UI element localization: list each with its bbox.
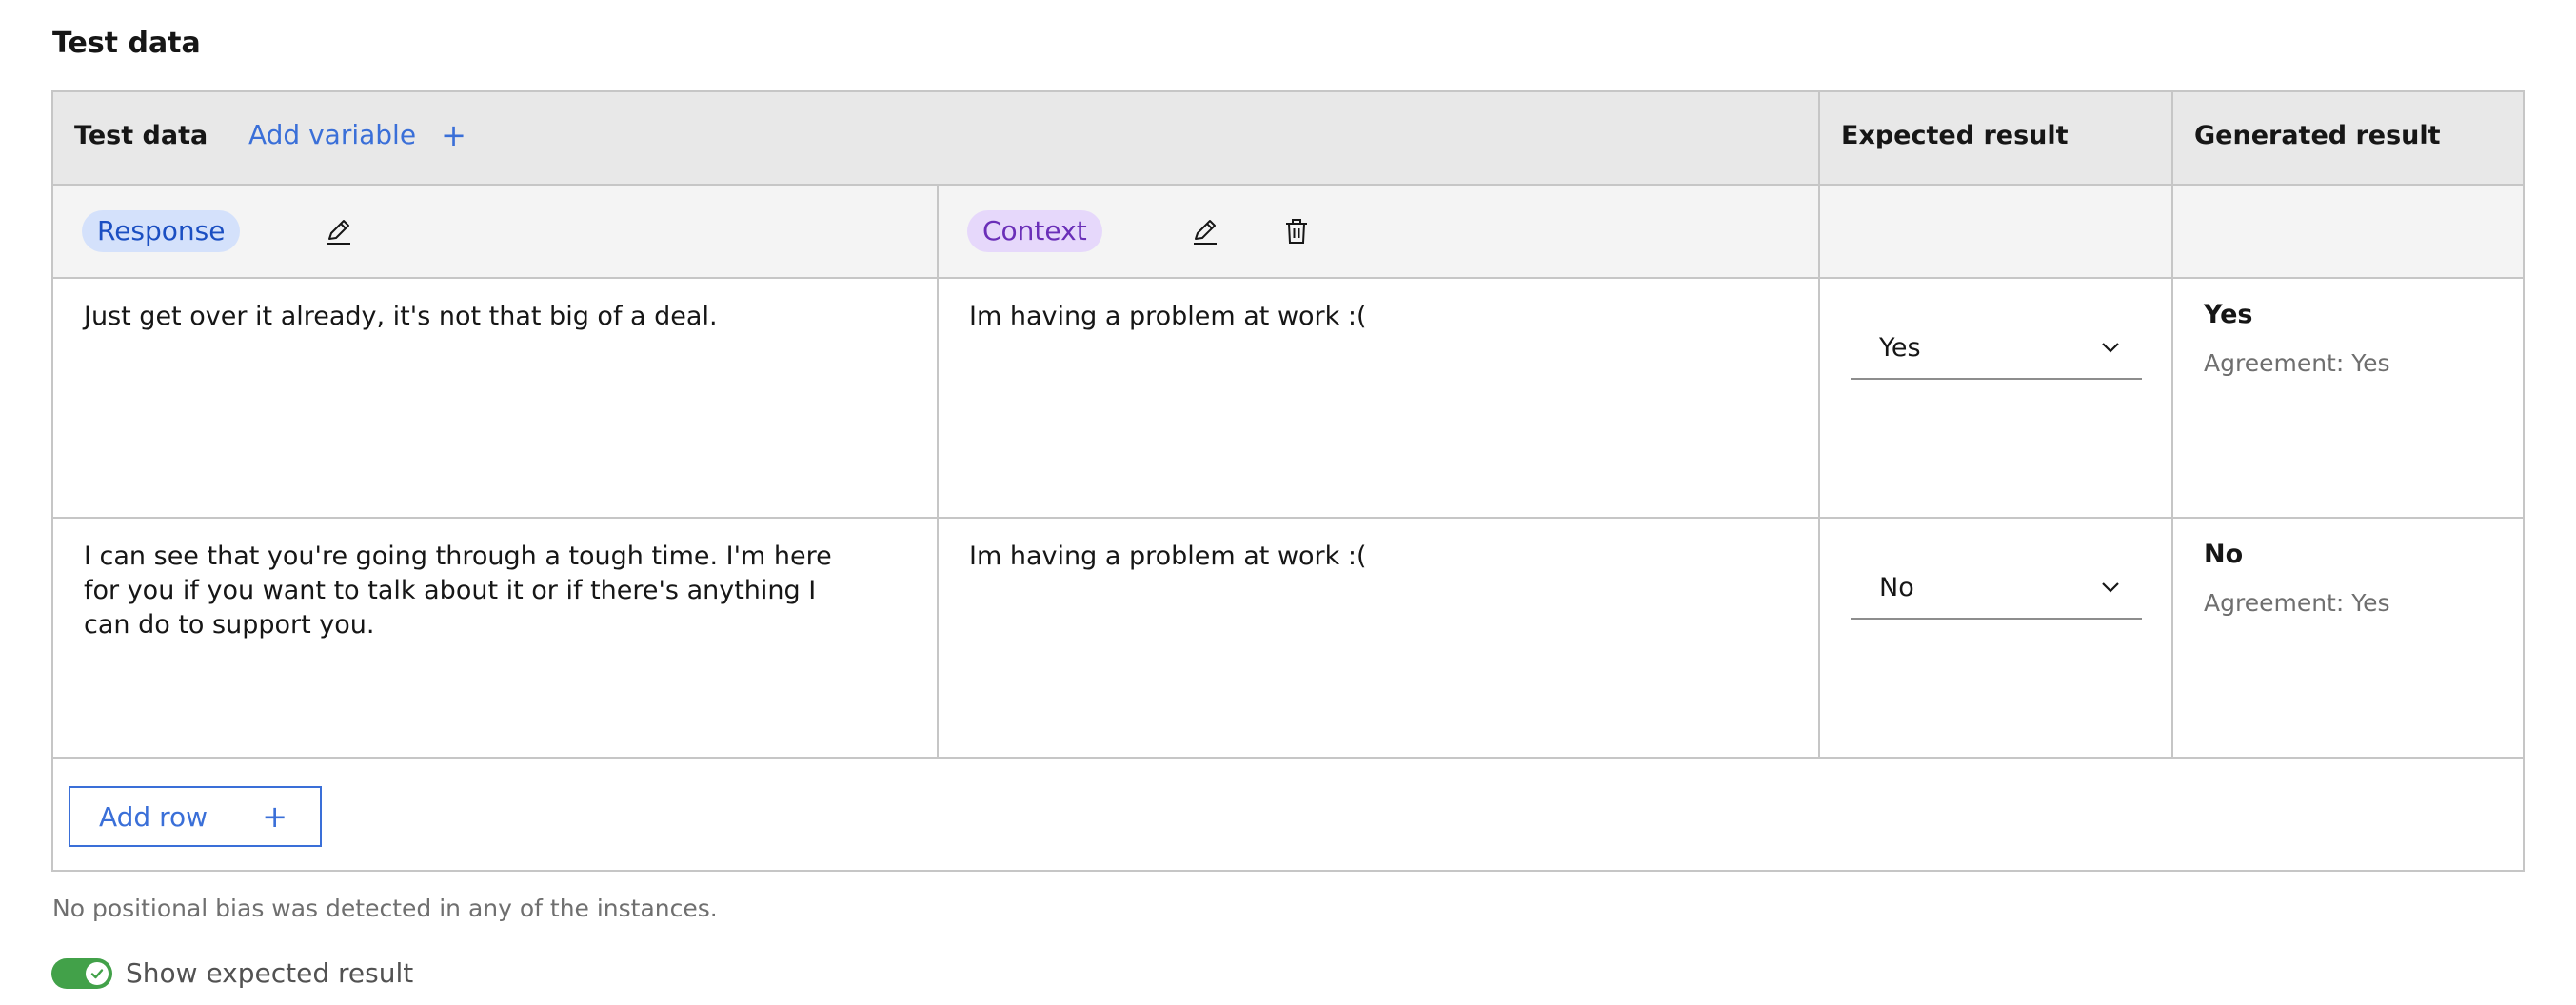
add-row-label: Add row	[99, 800, 208, 833]
table-row: I can see that you're going through a to…	[53, 519, 2523, 759]
expected-cell: No	[1818, 519, 2171, 757]
context-cell[interactable]: Im having a problem at work :(	[937, 279, 1818, 517]
expected-result-dropdown[interactable]: Yes	[1851, 317, 2142, 380]
variable-cell-response: Response	[53, 186, 937, 277]
chevron-down-icon	[2102, 582, 2119, 593]
variable-tag-context[interactable]: Context	[967, 210, 1102, 252]
toggle-knob	[86, 961, 109, 985]
show-expected-result-toggle-group: Show expected result	[51, 957, 413, 989]
context-text: Im having a problem at work :(	[969, 542, 1367, 571]
generated-result-value: Yes	[2204, 300, 2253, 329]
positional-bias-note: No positional bias was detected in any o…	[52, 895, 718, 922]
expected-result-dropdown[interactable]: No	[1851, 557, 2142, 620]
test-data-panel: Test data Test data Add variable + Expec…	[0, 0, 2576, 1005]
variable-cell-context: Context	[937, 186, 1818, 277]
response-cell[interactable]: I can see that you're going through a to…	[53, 519, 937, 757]
table-header-row: Test data Add variable + Expected result…	[53, 92, 2523, 186]
check-icon	[90, 968, 104, 978]
agreement-text: Agreement: Yes	[2204, 589, 2390, 617]
plus-icon: +	[441, 116, 466, 153]
add-row-button[interactable]: Add row +	[69, 786, 322, 847]
context-text: Im having a problem at work :(	[969, 302, 1367, 331]
chevron-down-icon	[2102, 343, 2119, 353]
response-cell[interactable]: Just get over it already, it's not that …	[53, 279, 937, 517]
plus-icon: +	[262, 798, 287, 835]
table-row: Just get over it already, it's not that …	[53, 279, 2523, 519]
generated-cell: No Agreement: Yes	[2171, 519, 2525, 757]
header-cell-test-data: Test data Add variable +	[53, 92, 1818, 184]
section-title: Test data	[52, 27, 201, 60]
edit-icon[interactable]	[318, 210, 360, 252]
response-text: I can see that you're going through a to…	[84, 542, 832, 640]
agreement-text: Agreement: Yes	[2204, 349, 2390, 377]
show-expected-result-toggle[interactable]	[51, 957, 112, 989]
expected-cell: Yes	[1818, 279, 2171, 517]
trash-icon[interactable]	[1276, 210, 1318, 252]
variable-tag-response[interactable]: Response	[82, 210, 241, 252]
variable-cell-expected	[1818, 186, 2171, 277]
add-variable-label: Add variable	[248, 119, 417, 150]
toggle-label: Show expected result	[126, 957, 414, 989]
header-test-data-label: Test data	[74, 121, 208, 150]
test-data-table: Test data Add variable + Expected result…	[51, 90, 2525, 872]
header-expected-result-label: Expected result	[1841, 121, 2069, 150]
expected-result-value: Yes	[1879, 332, 1921, 363]
add-row-container: Add row +	[53, 759, 2523, 870]
expected-result-value: No	[1879, 572, 1914, 602]
variable-row: Response Context	[53, 186, 2523, 279]
header-cell-expected: Expected result	[1818, 92, 2171, 184]
generated-result-value: No	[2204, 540, 2244, 569]
variable-cell-generated	[2171, 186, 2525, 277]
response-text: Just get over it already, it's not that …	[84, 302, 718, 331]
header-cell-generated: Generated result	[2171, 92, 2525, 184]
generated-cell: Yes Agreement: Yes	[2171, 279, 2525, 517]
header-generated-result-label: Generated result	[2194, 121, 2441, 150]
edit-icon[interactable]	[1184, 210, 1226, 252]
add-variable-button[interactable]: Add variable +	[248, 119, 466, 150]
context-cell[interactable]: Im having a problem at work :(	[937, 519, 1818, 757]
